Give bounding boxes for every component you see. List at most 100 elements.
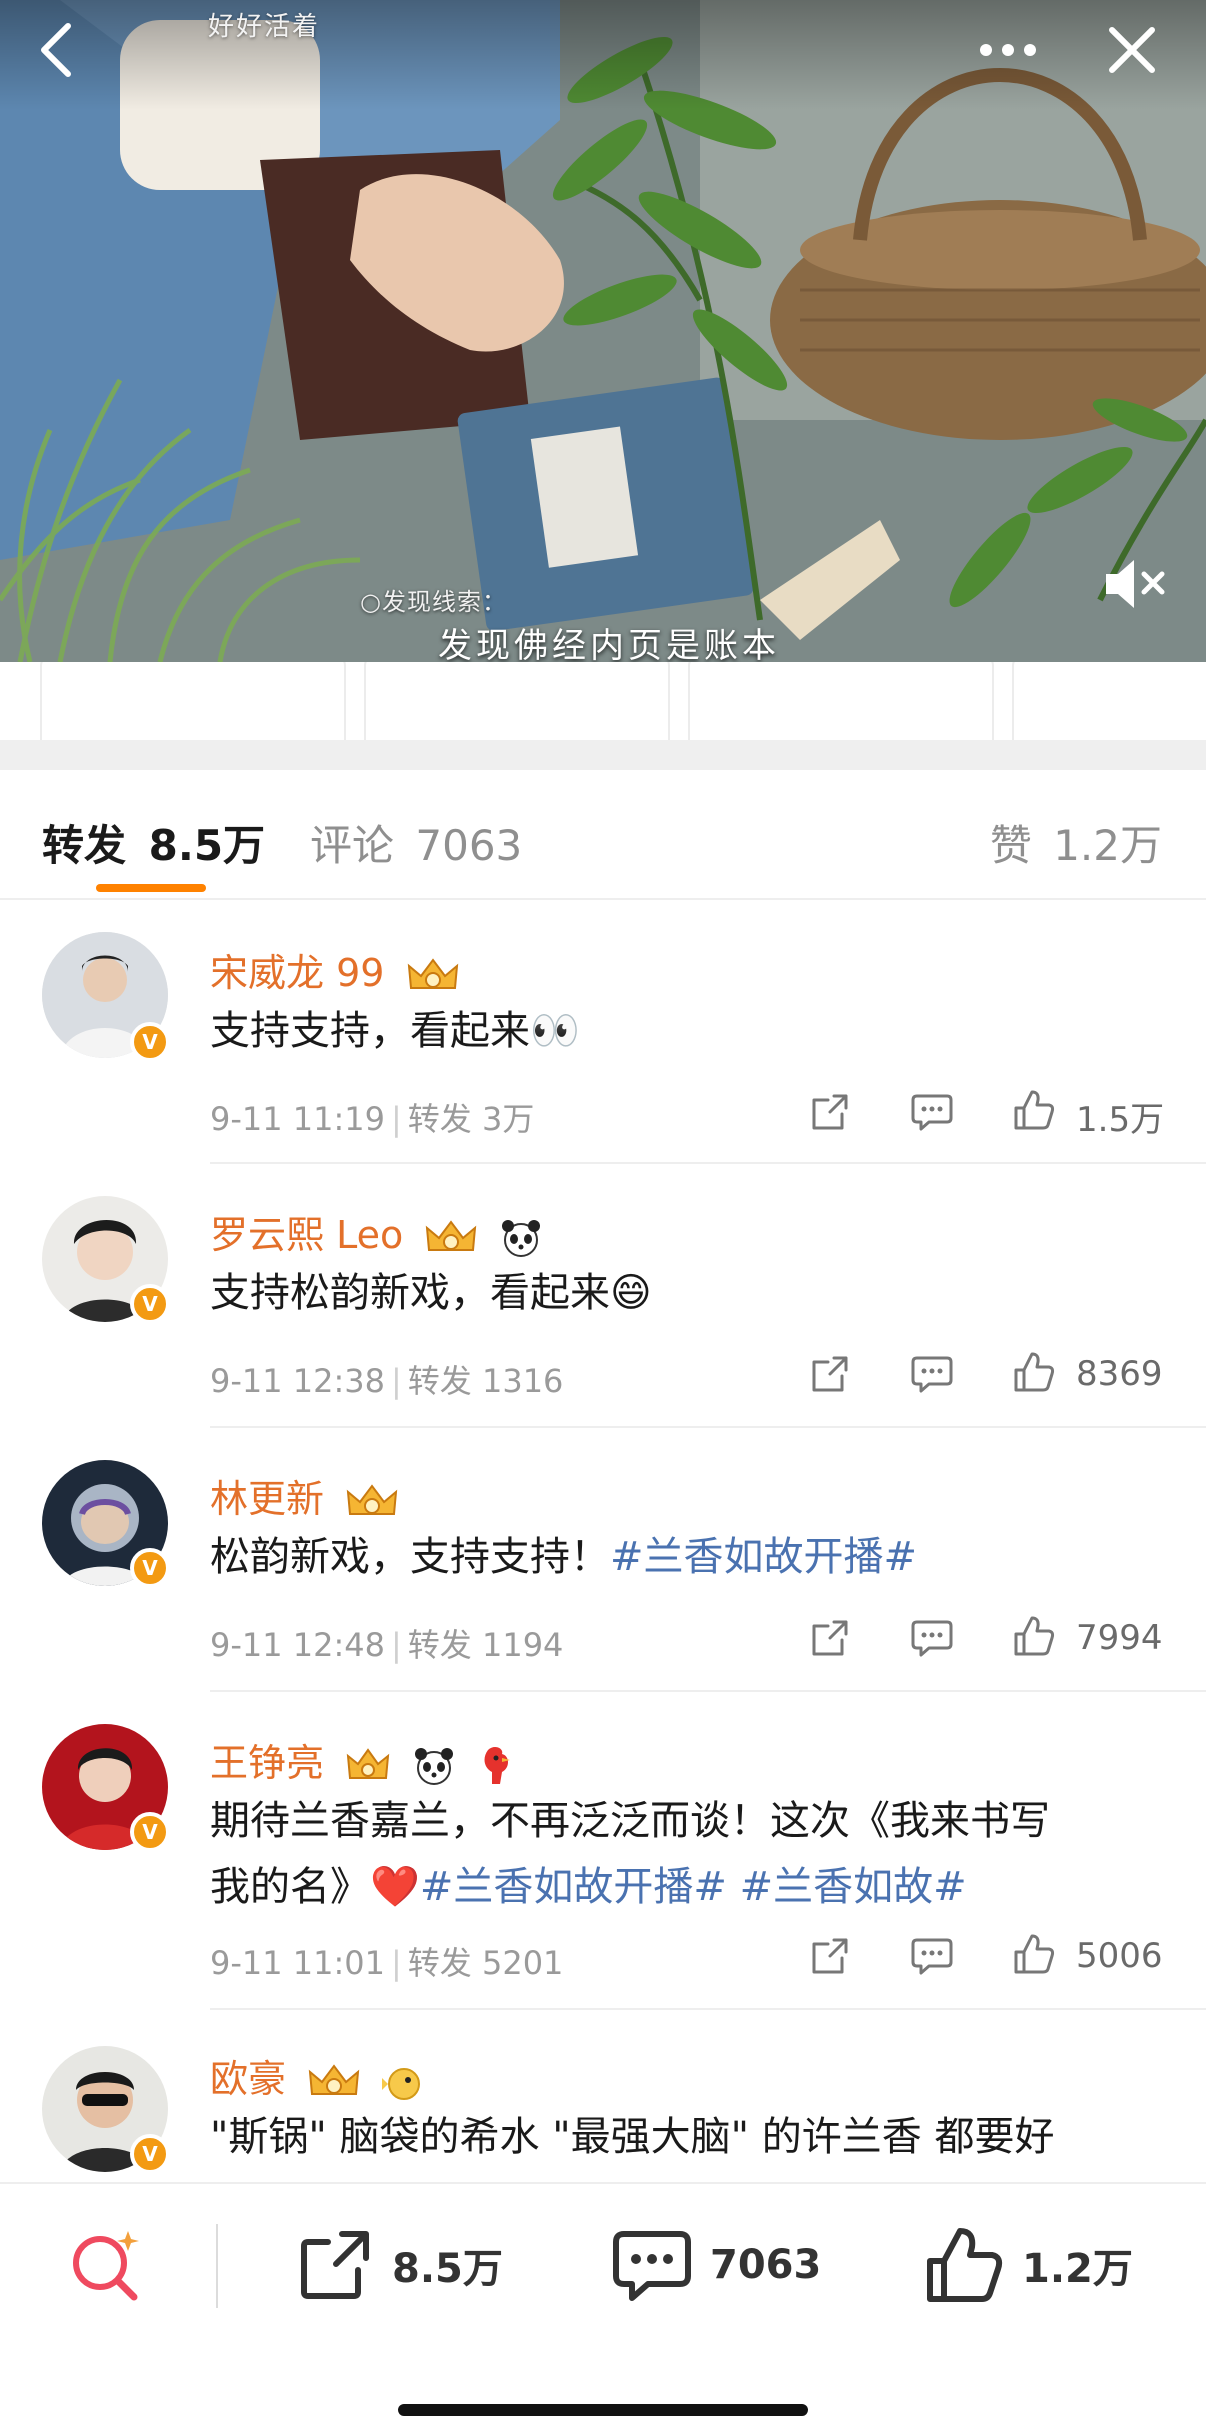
video-subtitle-small: ○发现线索： [360, 588, 507, 616]
tab-reposts-count: 8.5万 [148, 821, 266, 870]
chevron-left-icon [41, 23, 71, 77]
share-icon [812, 1620, 848, 1656]
thumbs-up-icon [1014, 1616, 1055, 1656]
like-count: 5006 [1076, 1936, 1163, 1976]
hashtag-link[interactable]: #兰香如故开播# [420, 1864, 727, 1910]
comment-button[interactable] [908, 1614, 956, 1662]
repost-button[interactable]: 8.5万 [296, 2220, 503, 2310]
tab-comments-count: 7063 [415, 821, 523, 870]
forward-button[interactable] [806, 1350, 854, 1398]
crown-icon [346, 1483, 398, 1515]
verified-badge: V [130, 1812, 170, 1852]
comment-icon [911, 1356, 953, 1393]
repost-text: "斯锅" 脑袋的希水 "最强大脑" 的许兰香 都要好 [210, 2114, 1055, 2160]
related-cards-strip [0, 662, 1206, 742]
repost-meta: 9-11 12:38 | 转发 1316 [210, 1362, 564, 1400]
comment-button[interactable]: 7063 [612, 2220, 821, 2310]
video-player[interactable]: 好好活着 ○发现线索： 发现佛经内页是账本 [0, 0, 1206, 662]
comment-icon [911, 1620, 953, 1657]
username[interactable]: 欧豪 [210, 2048, 426, 2103]
username[interactable]: 宋威龙 99 [210, 942, 461, 997]
username[interactable]: 王铮亮 [210, 1732, 516, 1788]
repost-time: 9-11 12:48 [210, 1626, 386, 1664]
repost-meta: 9-11 11:19 | 转发 3万 [210, 1100, 535, 1138]
like-count: 1.5万 [1076, 1100, 1165, 1140]
like-button[interactable] [1010, 1930, 1058, 1978]
like-count: 7994 [1076, 1618, 1163, 1658]
verified-badge: V [130, 1284, 170, 1324]
related-card[interactable] [40, 662, 346, 742]
crown-icon [407, 957, 458, 989]
related-card[interactable] [1012, 662, 1206, 742]
repost-meta: 9-11 12:48 | 转发 1194 [210, 1626, 564, 1664]
username-text: 王铮亮 [210, 1741, 325, 1785]
more-options-button[interactable] [976, 18, 1040, 82]
share-icon [812, 1356, 848, 1392]
bottom-like-count: 1.2万 [1022, 2246, 1133, 2292]
hashtag-link[interactable]: #兰香如故开播# [610, 1534, 917, 1580]
repost-text: 支持支持，看起来👀 [210, 1008, 580, 1054]
repost-time: 9-11 11:19 [210, 1100, 386, 1138]
username[interactable]: 罗云熙 Leo [210, 1204, 543, 1259]
speaker-muted-icon [1106, 560, 1165, 608]
username-text: 宋威龙 99 [210, 951, 385, 995]
tab-active-indicator [96, 884, 206, 892]
comment-icon [613, 2231, 691, 2301]
repost-text-body: 松韵新戏，支持支持！ [210, 1534, 610, 1580]
repost-time: 9-11 11:01 [210, 1944, 386, 1982]
close-icon [1109, 27, 1155, 73]
related-card[interactable] [688, 662, 994, 742]
repost-forward-count: 转发 1316 [407, 1362, 564, 1400]
repost-text: 支持松韵新戏，看起来😄 [210, 1270, 652, 1316]
tab-bar: 转发 8.5万 评论 7063 赞 1.2万 [0, 770, 1206, 900]
section-divider [0, 740, 1206, 770]
thumbs-up-icon [927, 2228, 1003, 2302]
tab-comments-label: 评论 [310, 821, 395, 870]
username-text: 林更新 [210, 1477, 325, 1521]
rooster-icon [484, 1746, 511, 1784]
repost-text-line: 我的名》❤️#兰香如故开播# #兰香如故# [210, 1854, 1160, 1920]
mute-button[interactable] [1100, 552, 1170, 616]
forward-button[interactable] [806, 1932, 854, 1980]
verified-badge: V [130, 1022, 170, 1062]
comment-button[interactable] [908, 1350, 956, 1398]
forward-button[interactable] [806, 1088, 854, 1136]
bottom-comment-count: 7063 [710, 2242, 822, 2288]
like-button[interactable]: 1.2万 [924, 2220, 1133, 2310]
like-button[interactable] [1010, 1086, 1058, 1134]
list-item: V 罗云熙 Leo 支持松韵新戏，看起来😄 9-11 12:38 | 转发 1316… [0, 1164, 1206, 1428]
bottom-action-bar: 8.5万 7063 1.2万 [0, 2182, 1206, 2426]
close-button[interactable] [1100, 18, 1164, 82]
share-icon [812, 1938, 848, 1974]
comment-icon [911, 1938, 953, 1975]
username[interactable]: 林更新 [210, 1468, 400, 1523]
crown-icon [346, 1747, 390, 1779]
repost-forward-count: 转发 1194 [407, 1626, 564, 1664]
repost-text-line: 期待兰香嘉兰，不再泛泛而谈！这次《我来书写 [210, 1798, 1050, 1844]
list-item: V 林更新 松韵新戏，支持支持！#兰香如故开播# 9-11 12:48 | 转发 1… [0, 1428, 1206, 1692]
comment-button[interactable] [908, 1932, 956, 1980]
tab-likes-label: 赞 [989, 821, 1032, 870]
tab-reposts-label: 转发 [42, 821, 127, 870]
like-button[interactable] [1010, 1612, 1058, 1660]
crown-icon [308, 2063, 360, 2095]
hashtag-link[interactable]: #兰香如故# [740, 1864, 967, 1910]
thumbs-up-icon [1014, 1090, 1055, 1130]
forward-button[interactable] [806, 1614, 854, 1662]
video-overlay-title: 好好活着 [208, 12, 321, 42]
search-spark-icon [73, 2231, 139, 2301]
tab-likes[interactable]: 赞 1.2万 [990, 812, 1162, 873]
tab-comments[interactable]: 评论 7063 [310, 812, 522, 873]
crown-icon [426, 1219, 477, 1251]
back-button[interactable] [24, 18, 88, 82]
like-button[interactable] [1010, 1348, 1058, 1396]
search-button[interactable] [68, 2220, 144, 2310]
repost-meta: 9-11 11:01 | 转发 5201 [210, 1944, 564, 1982]
panda-icon [415, 1747, 454, 1785]
verified-badge: V [130, 2134, 170, 2174]
comment-button[interactable] [908, 1088, 956, 1136]
video-subtitle: 发现佛经内页是账本 [438, 626, 780, 662]
tab-reposts[interactable]: 转发 8.5万 [42, 812, 265, 873]
related-card[interactable] [364, 662, 670, 742]
repost-text: 松韵新戏，支持支持！#兰香如故开播# [210, 1524, 1160, 1590]
